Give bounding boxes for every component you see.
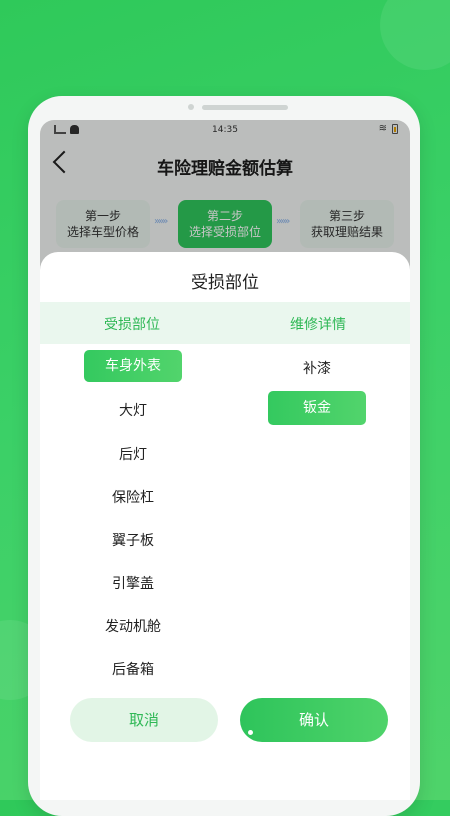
- touch-indicator: [248, 730, 253, 735]
- part-item[interactable]: 引擎盖: [84, 573, 182, 593]
- confirm-button[interactable]: 确认: [240, 698, 388, 742]
- part-item[interactable]: 保险杠: [84, 487, 182, 507]
- repair-item[interactable]: 补漆: [268, 358, 366, 378]
- col-header-repairs: 维修详情: [290, 317, 346, 333]
- part-item[interactable]: 大灯: [84, 400, 182, 420]
- column-header: 受损部位 维修详情: [40, 302, 410, 344]
- repair-item-selected[interactable]: 钣金: [268, 391, 366, 425]
- speaker-bar: [202, 105, 288, 110]
- damage-part-sheet: 受损部位 受损部位 维修详情 车身外表 大灯 后灯 保险杠 翼子板 引擎盖 发动…: [40, 252, 410, 800]
- part-item-selected[interactable]: 车身外表: [84, 350, 182, 382]
- part-item[interactable]: 翼子板: [84, 530, 182, 550]
- part-item[interactable]: 后灯: [84, 444, 182, 464]
- part-item[interactable]: 后备箱: [84, 659, 182, 679]
- col-header-parts: 受损部位: [104, 317, 160, 333]
- cancel-button[interactable]: 取消: [70, 698, 218, 742]
- camera-dot: [188, 104, 194, 110]
- confirm-label: 确认: [298, 711, 329, 729]
- sheet-title: 受损部位: [191, 273, 259, 293]
- part-item[interactable]: 发动机舱: [84, 616, 182, 636]
